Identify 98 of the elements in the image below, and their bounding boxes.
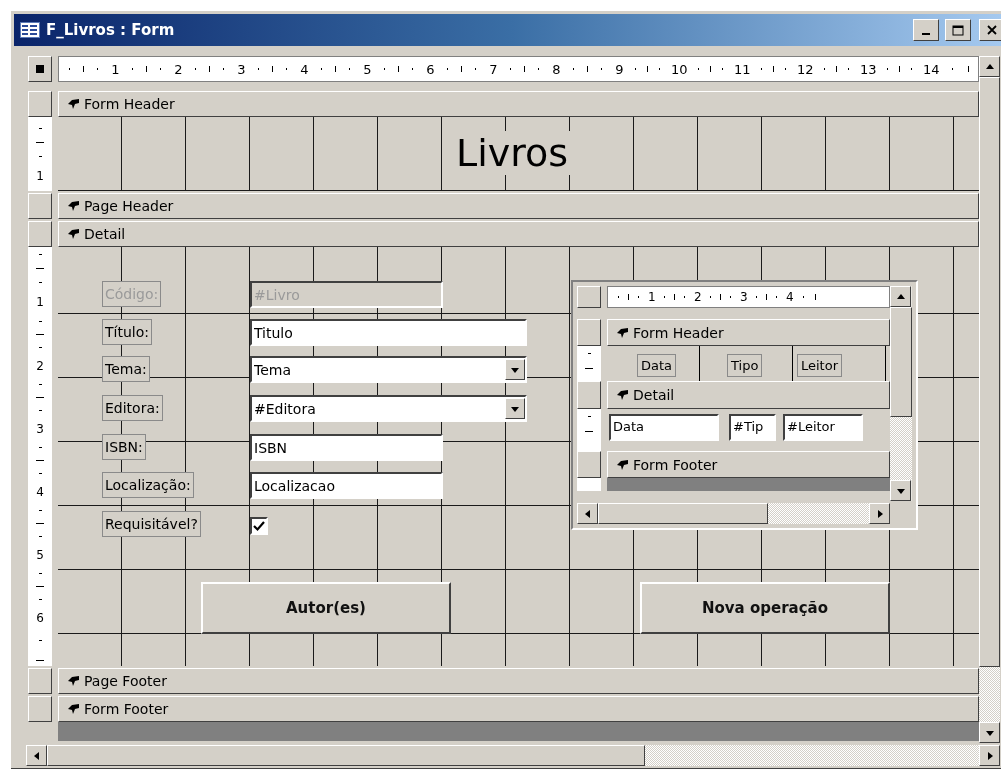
ruler-number: 5 (36, 549, 44, 561)
vertical-ruler (577, 346, 601, 381)
section-selector[interactable] (577, 381, 601, 409)
scroll-up-button[interactable] (890, 286, 911, 307)
ruler-number: 10 (671, 62, 688, 76)
ruler-number: 3 (739, 291, 748, 303)
text-field[interactable]: #Tip (729, 414, 776, 441)
text-field[interactable]: ISBN (250, 434, 443, 461)
minimize-button[interactable] (913, 19, 939, 41)
ruler-number: 4 (36, 486, 44, 498)
text-field[interactable]: Data (609, 414, 719, 441)
field-label: Editora: (102, 395, 163, 421)
form-selector[interactable] (577, 286, 601, 308)
field-label: Tema: (102, 356, 150, 382)
subform[interactable]: 1 2 3 4 Form Header Data Tipo Leitor Detail Data #Tip #Leitor Form Footer (571, 280, 918, 530)
text-field[interactable]: Localizacao (250, 472, 443, 499)
window-title: F_Livros : Form (46, 21, 176, 39)
section-selector[interactable] (577, 451, 601, 478)
ruler-number: 9 (615, 62, 624, 76)
section-marker-icon (616, 458, 629, 471)
scrollbar-thumb[interactable] (890, 307, 912, 417)
minimize-icon (922, 33, 930, 35)
ruler-number: 12 (797, 62, 814, 76)
section-selector[interactable] (28, 91, 52, 117)
square-icon (36, 65, 44, 73)
section-bar[interactable]: Page Footer (58, 668, 979, 694)
field-label: Código: (102, 281, 162, 307)
text-field[interactable]: #Leitor (783, 414, 863, 441)
scroll-right-button[interactable] (979, 745, 1000, 766)
scrollbar-thumb[interactable] (598, 503, 768, 524)
section-bar[interactable]: Detail (607, 381, 890, 409)
section-bar[interactable]: Form Header (607, 319, 890, 346)
ruler-number: 6 (426, 62, 435, 76)
ruler-number: 2 (693, 291, 702, 303)
section-bar[interactable]: Form Header (58, 91, 979, 117)
section-marker-icon (616, 389, 629, 401)
scrollbar-thumb[interactable] (47, 745, 645, 766)
section-selector[interactable] (28, 193, 52, 219)
ruler-number: 1 (36, 296, 44, 309)
ruler-number: 14 (923, 62, 940, 76)
ruler-number: 11 (734, 62, 751, 76)
scroll-right-button[interactable] (869, 503, 890, 524)
checkmark-icon (253, 520, 265, 532)
scroll-left-button[interactable] (26, 745, 47, 766)
ruler-number: 1 (36, 170, 44, 183)
field-label: ISBN: (102, 434, 146, 460)
section-selector[interactable] (28, 668, 52, 694)
section-bar[interactable]: Page Header (58, 193, 979, 219)
checkbox[interactable] (250, 517, 268, 535)
field-label: Título: (102, 319, 152, 345)
section-selector[interactable] (28, 696, 52, 722)
ruler-number: 5 (363, 62, 372, 76)
maximize-icon (952, 24, 964, 36)
form-icon (20, 22, 40, 38)
command-button[interactable]: Autor(es) (201, 582, 451, 634)
command-button[interactable]: Nova operação (640, 582, 890, 634)
ruler-number: 2 (36, 360, 44, 372)
scroll-down-button[interactable] (890, 480, 911, 501)
ruler-number: 3 (237, 62, 246, 76)
column-label: Data (637, 354, 677, 377)
section-marker-icon (67, 675, 80, 687)
combo-box[interactable]: #Editora (250, 395, 527, 422)
ruler-number: 4 (300, 62, 309, 76)
close-icon (987, 25, 997, 35)
ruler-number: 13 (860, 62, 877, 76)
field-label: Localização: (102, 472, 194, 498)
scroll-up-button[interactable] (979, 56, 1000, 77)
section-bar[interactable]: Form Footer (607, 451, 890, 478)
field-label: Requisitável? (102, 511, 201, 537)
ruler-number: 1 (111, 62, 120, 76)
section-selector[interactable] (577, 319, 601, 346)
maximize-button[interactable] (945, 19, 971, 41)
section-bar[interactable]: Detail (58, 221, 979, 247)
vertical-ruler (577, 409, 601, 451)
vertical-ruler (577, 478, 601, 491)
scroll-down-button[interactable] (979, 722, 1000, 743)
section-marker-icon (67, 200, 80, 212)
combo-box[interactable]: Tema (250, 356, 527, 383)
scroll-left-button[interactable] (577, 503, 598, 524)
text-field[interactable]: Titulo (250, 319, 527, 346)
form-selector[interactable] (28, 56, 52, 82)
ruler-number: 6 (36, 612, 44, 624)
ruler-number: 1 (647, 291, 656, 303)
ruler-number: 4 (785, 291, 794, 303)
ruler-number: 7 (489, 62, 498, 76)
section-marker-icon (67, 703, 80, 715)
column-label: Tipo (727, 354, 763, 377)
ruler-number: 3 (36, 423, 44, 435)
section-bar[interactable]: Form Footer (58, 696, 979, 722)
section-marker-icon (616, 326, 629, 339)
scrollbar-thumb[interactable] (979, 77, 1000, 667)
ruler-number: 8 (552, 62, 561, 76)
section-marker-icon (67, 98, 80, 110)
section-marker-icon (67, 228, 80, 240)
column-label: Leitor (797, 354, 843, 377)
close-button[interactable] (979, 19, 1001, 41)
ruler-number: 2 (174, 62, 183, 76)
section-selector[interactable] (28, 221, 52, 247)
